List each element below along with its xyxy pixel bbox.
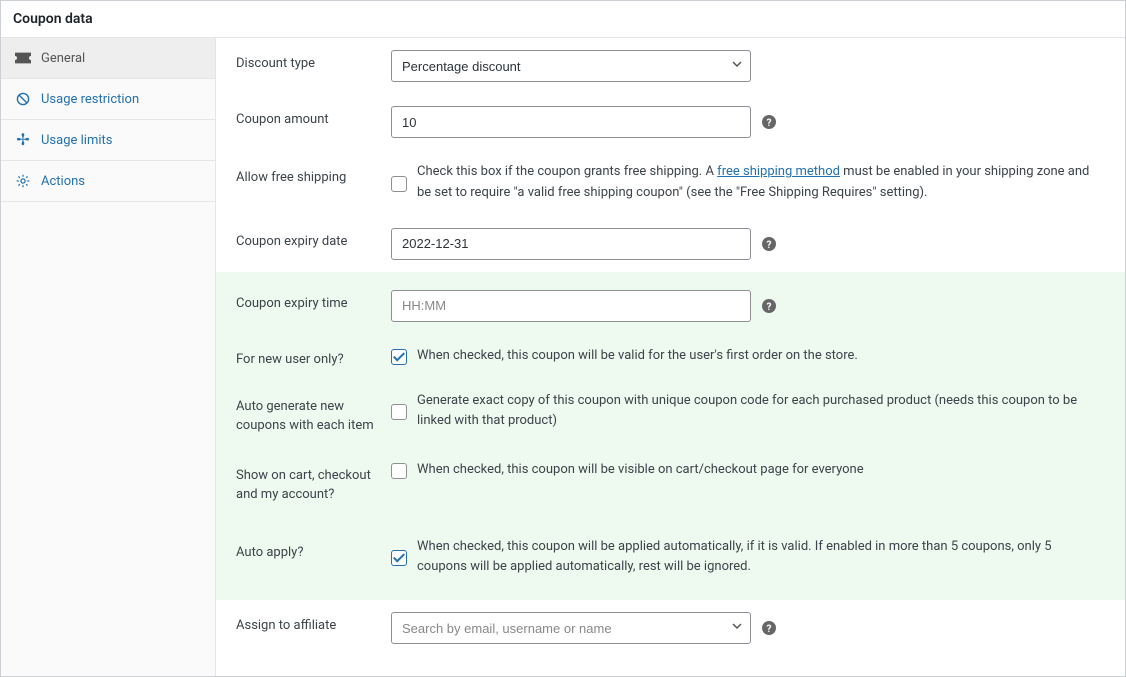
label-expiry-date: Coupon expiry date [236, 228, 391, 249]
label-show-on-cart: Show on cart, checkout and my account? [236, 460, 391, 505]
plus-icon: ✢ [15, 132, 31, 148]
label-discount-type: Discount type [236, 50, 391, 71]
desc-show-on-cart: When checked, this coupon will be visibl… [417, 460, 1105, 481]
label-auto-apply: Auto apply? [236, 537, 391, 563]
tab-label: Usage limits [41, 133, 112, 148]
desc-auto-generate: Generate exact copy of this coupon with … [417, 391, 1105, 433]
row-show-on-cart: Show on cart, checkout and my account? W… [216, 448, 1125, 517]
select-assign-affiliate[interactable] [391, 612, 751, 644]
help-icon[interactable]: ? [761, 298, 777, 314]
coupon-data-panel: Coupon data General Usage restriction ✢ … [0, 0, 1126, 677]
svg-text:?: ? [767, 118, 772, 129]
help-icon[interactable]: ? [761, 114, 777, 130]
checkbox-auto-apply[interactable] [391, 550, 407, 566]
svg-text:?: ? [767, 240, 772, 251]
select-discount-type[interactable]: Percentage discount [391, 50, 751, 82]
checkbox-new-user[interactable] [391, 349, 407, 365]
checkbox-auto-generate[interactable] [391, 404, 407, 420]
gear-icon [15, 173, 31, 189]
tab-label: Usage restriction [41, 92, 139, 107]
panel-title: Coupon data [1, 1, 1125, 38]
tab-label: General [41, 51, 85, 66]
link-free-shipping-method[interactable]: free shipping method [717, 164, 840, 179]
row-discount-type: Discount type Percentage discount [216, 38, 1125, 94]
row-new-user: For new user only? When checked, this co… [216, 334, 1125, 379]
desc-free-shipping: Check this box if the coupon grants free… [417, 162, 1105, 204]
label-coupon-amount: Coupon amount [236, 106, 391, 127]
desc-new-user: When checked, this coupon will be valid … [417, 346, 1105, 367]
label-free-shipping: Allow free shipping [236, 162, 391, 188]
row-assign-affiliate: Assign to affiliate ? [216, 600, 1125, 656]
row-auto-generate: Auto generate new coupons with each item… [216, 379, 1125, 448]
checkbox-free-shipping[interactable] [391, 176, 407, 192]
label-new-user: For new user only? [236, 346, 391, 367]
row-expiry-date: Coupon expiry date ? [216, 216, 1125, 272]
help-icon[interactable]: ? [761, 236, 777, 252]
svg-text:?: ? [767, 302, 772, 313]
row-free-shipping: Allow free shipping Check this box if th… [216, 150, 1125, 216]
label-assign-affiliate: Assign to affiliate [236, 612, 391, 633]
side-tabs: General Usage restriction ✢ Usage limits… [1, 38, 216, 676]
input-expiry-date[interactable] [391, 228, 751, 260]
row-expiry-time: Coupon expiry time ? [216, 278, 1125, 334]
input-expiry-time[interactable] [391, 290, 751, 322]
row-auto-apply: Auto apply? When checked, this coupon wi… [216, 525, 1125, 591]
label-auto-generate: Auto generate new coupons with each item [236, 391, 391, 436]
tab-usage-restriction[interactable]: Usage restriction [1, 79, 215, 120]
ticket-icon [15, 50, 31, 66]
row-coupon-amount: Coupon amount ? [216, 94, 1125, 150]
checkbox-show-on-cart[interactable] [391, 463, 407, 479]
block-icon [15, 91, 31, 107]
tab-actions[interactable]: Actions [1, 161, 215, 202]
input-coupon-amount[interactable] [391, 106, 751, 138]
tab-label: Actions [41, 174, 85, 189]
desc-auto-apply: When checked, this coupon will be applie… [417, 537, 1105, 579]
tab-usage-limits[interactable]: ✢ Usage limits [1, 120, 215, 161]
label-expiry-time: Coupon expiry time [236, 290, 391, 311]
form-content: Discount type Percentage discount Coupon… [216, 38, 1125, 676]
tab-general[interactable]: General [1, 38, 215, 79]
